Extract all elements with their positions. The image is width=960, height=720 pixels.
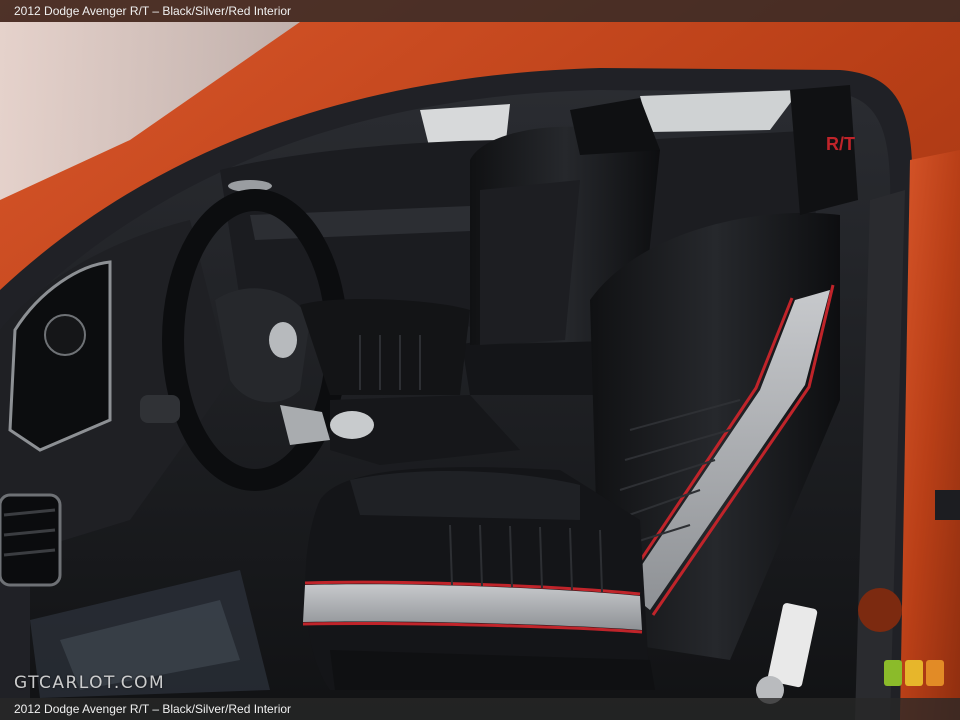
svg-text:R/T: R/T <box>826 134 855 154</box>
caption-bottom: 2012 Dodge Avenger R/T – Black/Silver/Re… <box>0 698 960 720</box>
car-interior-photo: R/T <box>0 0 960 720</box>
gtcarlot-logo-icon <box>884 660 946 688</box>
logo-square-yellow <box>905 660 923 686</box>
logo-square-green <box>884 660 902 686</box>
logo-square-orange <box>926 660 944 686</box>
watermark-gtcarlot: GTCARLOT.COM <box>14 673 166 693</box>
caption-top: 2012 Dodge Avenger R/T – Black/Silver/Re… <box>0 0 960 22</box>
